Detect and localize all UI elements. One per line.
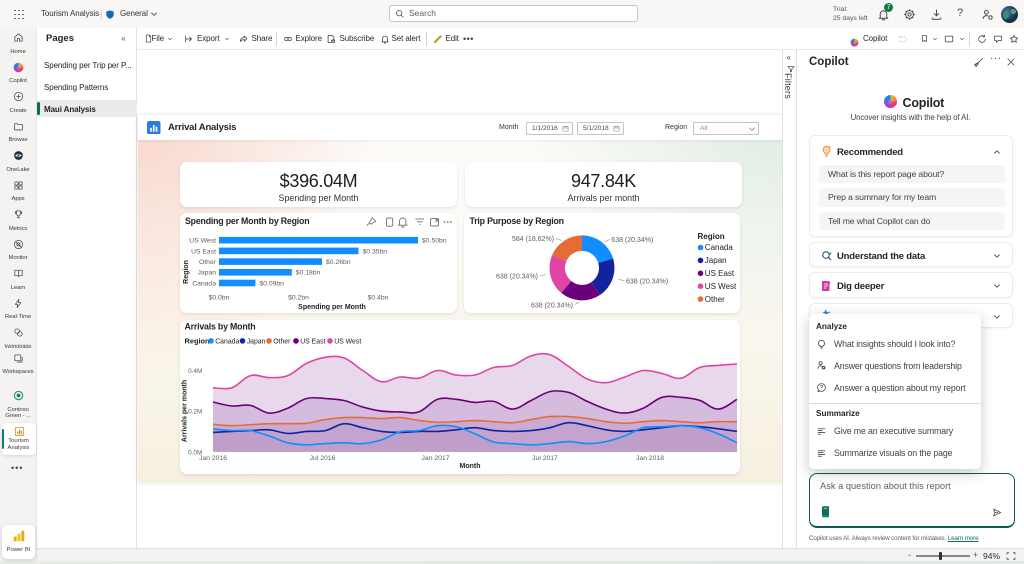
svg-text:$0.50bn: $0.50bn [422, 237, 447, 244]
svg-text:US East: US East [191, 248, 216, 255]
svg-text:$0.18bn: $0.18bn [296, 269, 321, 276]
svg-text:$0.35bn: $0.35bn [363, 248, 388, 255]
svg-text:638 (20.34%): 638 (20.34%) [530, 302, 572, 309]
svg-text:Region: Region [185, 336, 211, 345]
svg-text:Jan 2018: Jan 2018 [636, 455, 664, 462]
svg-text:0.2M: 0.2M [188, 408, 202, 415]
svg-text:$0.2bn: $0.2bn [288, 294, 309, 301]
svg-text:Jan 2016: Jan 2016 [199, 455, 227, 462]
svg-text:Jul 2017: Jul 2017 [532, 455, 558, 462]
svg-text:Japan: Japan [704, 256, 726, 265]
svg-text:$0.26bn: $0.26bn [326, 259, 351, 266]
svg-text:638 (20.34%): 638 (20.34%) [495, 273, 537, 280]
svg-text:Spending per Month: Spending per Month [298, 304, 366, 311]
svg-text:US East: US East [300, 338, 325, 345]
svg-text:584 (18.62%): 584 (18.62%) [511, 236, 553, 243]
svg-text:Japan: Japan [197, 269, 216, 276]
svg-text:Arrivals per month: Arrivals per month [181, 379, 188, 441]
svg-text:Japan: Japan [247, 338, 266, 345]
svg-text:$0.4bn: $0.4bn [368, 294, 389, 301]
svg-text:Other: Other [199, 259, 217, 266]
svg-text:Arrivals by Month: Arrivals by Month [185, 321, 256, 331]
svg-text:638 (20.34%): 638 (20.34%) [611, 237, 653, 244]
svg-text:Trip Purpose by Region: Trip Purpose by Region [469, 216, 563, 226]
svg-text:Region: Region [183, 260, 190, 284]
svg-text:US West: US West [704, 281, 736, 290]
svg-text:US East: US East [704, 269, 734, 278]
svg-text:Canada: Canada [215, 338, 239, 345]
svg-text:US West: US West [189, 237, 216, 244]
svg-text:US West: US West [334, 338, 361, 345]
svg-text:Jul 2016: Jul 2016 [310, 455, 336, 462]
svg-text:Canada: Canada [192, 280, 216, 287]
svg-text:Other: Other [704, 294, 724, 303]
svg-text:Other: Other [273, 338, 291, 345]
svg-text:638 (20.34%): 638 (20.34%) [626, 278, 668, 285]
svg-text:Canada: Canada [704, 243, 733, 252]
svg-text:Month: Month [460, 463, 481, 470]
svg-text:Region: Region [697, 232, 724, 241]
svg-text:0.4M: 0.4M [188, 368, 202, 375]
svg-text:$0.0bn: $0.0bn [209, 294, 230, 301]
svg-text:Spending per Month by Region: Spending per Month by Region [185, 216, 309, 226]
svg-text:Jan 2017: Jan 2017 [422, 455, 450, 462]
svg-text:$0.09bn: $0.09bn [259, 280, 284, 287]
